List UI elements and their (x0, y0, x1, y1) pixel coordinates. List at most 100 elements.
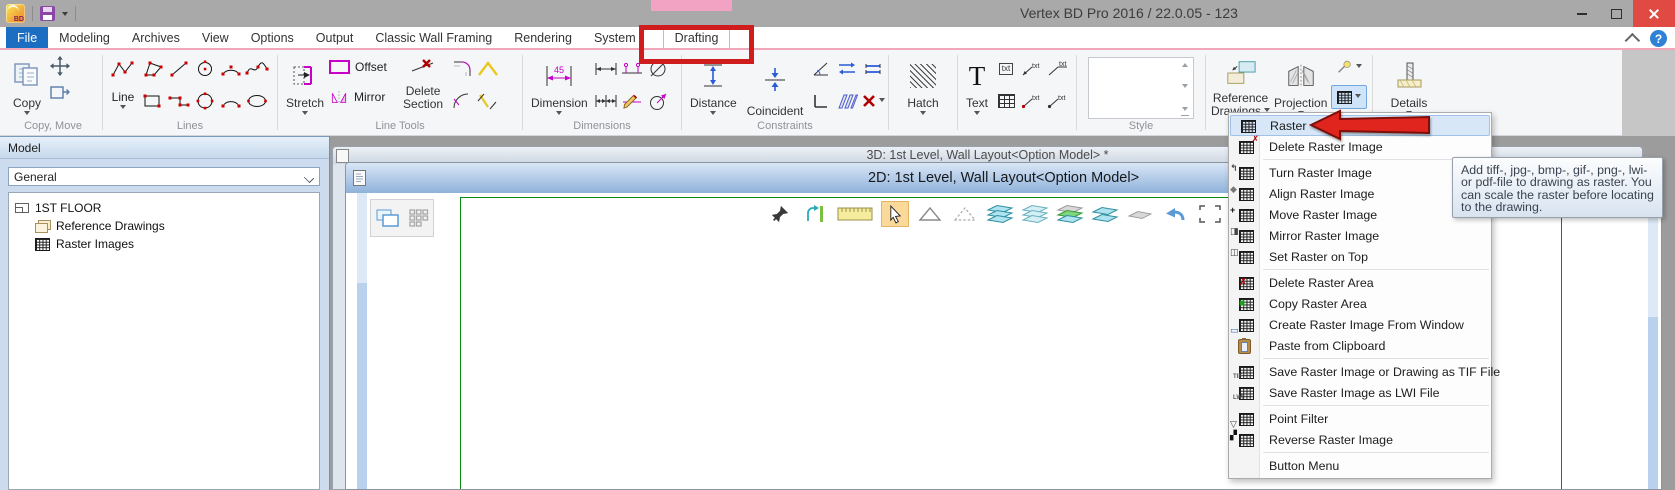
mirror-button[interactable]: Mirror (329, 85, 399, 109)
zigzag-line-icon[interactable] (110, 56, 136, 82)
tab-output[interactable]: Output (305, 27, 365, 48)
offset-button[interactable]: Offset (329, 55, 399, 79)
trim-icon[interactable] (410, 55, 436, 79)
coincident-button[interactable]: Coincident (742, 53, 809, 119)
segment-icon[interactable] (166, 56, 192, 82)
measure-ruler-icon[interactable] (836, 201, 874, 227)
copy-button[interactable]: Copy (7, 53, 47, 119)
scroll-down-icon[interactable] (1182, 84, 1188, 91)
layers-active-icon[interactable] (1056, 201, 1084, 227)
stretch-button[interactable]: Stretch (281, 53, 329, 119)
hatch-button[interactable]: Hatch (902, 53, 943, 119)
app-logo-icon[interactable]: BD (6, 4, 25, 23)
move-icon[interactable] (47, 55, 73, 77)
menu-item-set-raster-on-top[interactable]: ◫Set Raster on Top (1229, 246, 1491, 267)
chamfer-corner-icon[interactable] (475, 88, 501, 114)
tile-windows-icon[interactable] (409, 209, 429, 227)
probe-icon[interactable] (1336, 55, 1362, 79)
shaded-view-icon[interactable] (916, 201, 944, 227)
left-scrollbar-thumb[interactable] (357, 193, 367, 283)
update-reference-icon[interactable] (801, 201, 829, 227)
tree-item-1st-floor[interactable]: 1ST FLOOR (9, 199, 319, 217)
menu-item-save-raster-image-or-drawing-as-tif-file[interactable]: TIFSave Raster Image or Drawing as TIF F… (1229, 361, 1491, 382)
tab-archives[interactable]: Archives (121, 27, 191, 48)
tree-item-reference-drawings[interactable]: Reference Drawings (9, 217, 319, 235)
model-filter-select[interactable]: General (8, 167, 320, 186)
arc-icon[interactable] (218, 88, 244, 114)
reference-drawings-button[interactable]: Reference Drawings (1209, 53, 1272, 119)
menu-item-point-filter[interactable]: ▽Point Filter (1229, 408, 1491, 429)
circle-center-icon[interactable] (192, 56, 218, 82)
left-scrollbar[interactable] (357, 193, 367, 489)
delete-constraint-button[interactable] (860, 88, 886, 114)
line-button-label[interactable]: Line (106, 88, 140, 114)
leader-text-icon[interactable]: txt (1019, 56, 1045, 82)
quick-access-dropdown-icon[interactable] (62, 12, 68, 19)
text-button[interactable]: T Text (961, 53, 993, 119)
equal-constraint-icon[interactable] (860, 56, 886, 82)
help-icon[interactable]: ? (1650, 30, 1667, 47)
menu-item-button-menu[interactable]: Button Menu (1229, 455, 1491, 476)
tab-view[interactable]: View (191, 27, 240, 48)
tab-system[interactable]: System (583, 27, 647, 48)
edit-dimension-icon[interactable] (619, 88, 645, 114)
diameter-dimension-icon[interactable] (645, 56, 671, 82)
dimension-button[interactable]: 45 Dimension (526, 53, 593, 119)
layers-two-icon[interactable] (1091, 201, 1119, 227)
pin-icon[interactable] (766, 201, 794, 227)
cascade-windows-icon[interactable] (375, 207, 401, 229)
radius-dimension-icon[interactable] (645, 88, 671, 114)
layers-all-icon[interactable] (986, 201, 1014, 227)
menu-item-copy-raster-area[interactable]: ■Copy Raster Area (1229, 293, 1491, 314)
hatch-constraint-icon[interactable] (834, 88, 860, 114)
menu-item-create-raster-image-from-window[interactable]: ▭Create Raster Image From Window (1229, 314, 1491, 335)
layers-visible-icon[interactable] (1021, 201, 1049, 227)
angle-constraint-icon[interactable] (808, 56, 834, 82)
close-button[interactable] (1633, 0, 1675, 27)
scroll-last-icon[interactable] (1181, 107, 1189, 116)
style-listbox[interactable] (1088, 57, 1194, 119)
distance-button[interactable]: Distance (685, 53, 742, 119)
note-text-icon[interactable]: txt (1045, 56, 1071, 82)
polyline-icon[interactable] (166, 88, 192, 114)
raster-dropdown-button[interactable] (1331, 85, 1367, 109)
tab-modeling[interactable]: Modeling (48, 27, 121, 48)
rectangle-icon[interactable] (140, 88, 166, 114)
right-scrollbar[interactable] (1648, 193, 1658, 489)
select-cursor-icon[interactable] (881, 201, 909, 227)
linear-dimension-icon[interactable] (593, 56, 619, 82)
polygon-icon[interactable] (140, 56, 166, 82)
ordinate-dimension-icon[interactable] (619, 56, 645, 82)
tab-classic-wall-framing[interactable]: Classic Wall Framing (364, 27, 503, 48)
menu-item-delete-raster-area[interactable]: ✗Delete Raster Area (1229, 272, 1491, 293)
menu-item-mirror-raster-image[interactable]: ◨Mirror Raster Image (1229, 225, 1491, 246)
save-icon[interactable] (40, 6, 55, 21)
delete-section-button[interactable]: Delete Section (403, 85, 443, 111)
wireframe-view-icon[interactable] (951, 201, 979, 227)
chamfer-icon[interactable] (475, 56, 501, 82)
text-box-icon[interactable]: txt (993, 56, 1019, 82)
fillet-icon[interactable] (449, 56, 475, 82)
tab-options[interactable]: Options (240, 27, 305, 48)
menu-item-save-raster-image-as-lwi-file[interactable]: LWISave Raster Image as LWI File (1229, 382, 1491, 403)
scroll-up-icon[interactable] (1182, 60, 1188, 67)
chain-dimension-icon[interactable] (593, 88, 619, 114)
menu-item-reverse-raster-image[interactable]: ▞Reverse Raster Image (1229, 429, 1491, 450)
note-text-icon[interactable]: txt (1045, 88, 1071, 114)
parallel-constraint-icon[interactable] (834, 56, 860, 82)
zoom-window-icon[interactable] (1196, 201, 1224, 227)
perpendicular-constraint-icon[interactable] (808, 88, 834, 114)
menu-item-paste-from-clipboard[interactable]: Paste from Clipboard (1229, 335, 1491, 356)
fillet-corner-icon[interactable] (449, 88, 475, 114)
spline-icon[interactable] (244, 56, 270, 82)
circle-icon[interactable] (192, 88, 218, 114)
move-to-window-icon[interactable] (47, 83, 73, 101)
arc-3pt-icon[interactable] (218, 56, 244, 82)
tree-item-raster-images[interactable]: Raster Images (9, 235, 319, 253)
leader-text-icon[interactable]: txt (1019, 88, 1045, 114)
minimize-button[interactable] (1565, 0, 1599, 27)
undo-icon[interactable] (1161, 201, 1189, 227)
tab-file[interactable]: File (6, 27, 48, 48)
tab-drafting[interactable]: Drafting (663, 27, 731, 48)
text-table-icon[interactable] (993, 88, 1019, 114)
